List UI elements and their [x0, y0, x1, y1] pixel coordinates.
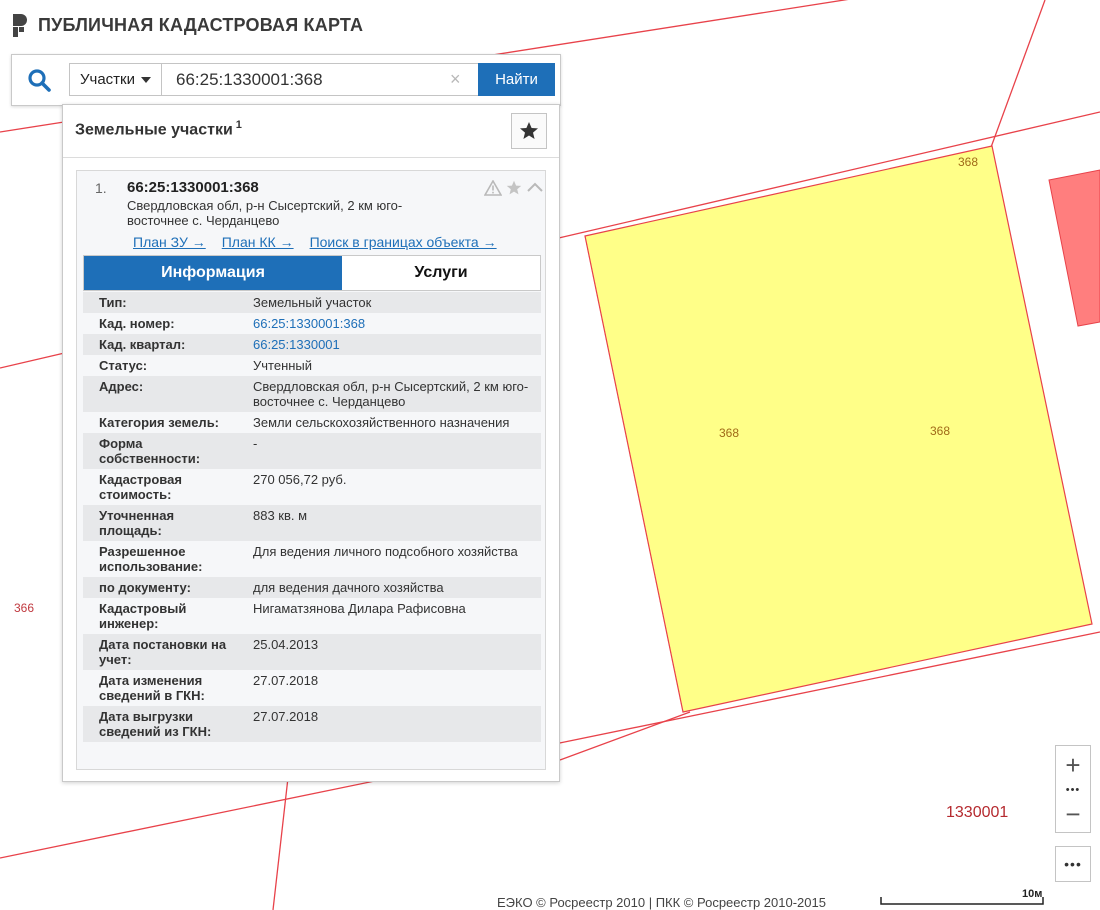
favorite-button[interactable]	[511, 113, 547, 149]
row-value: 27.07.2018	[253, 673, 319, 688]
row-key: Кадастровый инженер:	[99, 601, 187, 631]
boundary-line	[989, 0, 1046, 151]
table-row: Форма собственности: -	[83, 433, 541, 469]
search-input[interactable]	[162, 63, 479, 96]
row-key: Статус:	[99, 358, 148, 373]
parcel-label-right: 368	[930, 424, 950, 438]
row-key: Дата выгрузки сведений из ГКН:	[99, 709, 212, 739]
result-address: Свердловская обл, р-н Сысертский, 2 км ю…	[127, 198, 403, 228]
zoom-levels-button[interactable]: •••	[1056, 784, 1090, 796]
row-value: Земли сельскохозяйственного назначения	[253, 415, 510, 430]
results-title-text: Земельные участки	[75, 121, 233, 139]
table-row: по документу: для ведения дачного хозяйст…	[83, 577, 541, 598]
chevron-up-icon[interactable]	[526, 180, 544, 196]
result-tabs: Информация Услуги	[83, 255, 541, 291]
row-key: Уточненная площадь:	[99, 508, 175, 538]
search-icon[interactable]	[26, 67, 52, 93]
table-row: Уточненная площадь: 883 кв. м	[83, 505, 541, 541]
row-key: Тип:	[99, 295, 127, 310]
row-value: 270 056,72 руб.	[253, 472, 347, 487]
warning-icon[interactable]	[484, 180, 502, 196]
find-button[interactable]: Найти	[478, 63, 555, 96]
row-key: по документу:	[99, 580, 191, 595]
parcel-label-left: 368	[719, 426, 739, 440]
row-value: 25.04.2013	[253, 637, 319, 652]
tab-services[interactable]: Услуги	[342, 256, 540, 290]
info-table: Тип: Земельный участок Кад. номер: 66:25:1…	[83, 292, 541, 742]
neighbor-parcel[interactable]	[1048, 169, 1100, 327]
row-key: Форма собственности:	[99, 436, 201, 466]
search-type-select[interactable]: Участки	[69, 63, 162, 96]
more-button[interactable]: •••	[1055, 846, 1091, 882]
table-row: Дата изменения сведений в ГКН: 27.07.2018	[83, 670, 541, 706]
boundary-line	[559, 711, 691, 761]
table-row: Дата постановки на учет: 25.04.2013	[83, 634, 541, 670]
table-row: Разрешенное использование: Для ведения ли…	[83, 541, 541, 577]
row-value: 883 кв. м	[253, 508, 308, 523]
table-row: Кад. квартал: 66:25:1330001	[83, 334, 541, 355]
search-bar: Участки × Найти	[11, 54, 561, 106]
rosreestr-logo-icon	[13, 14, 27, 37]
star-icon	[520, 122, 538, 139]
row-key: Дата постановки на учет:	[99, 637, 227, 667]
chevron-down-icon	[141, 76, 151, 83]
result-links: План ЗУ → План КК → Поиск в границах объ…	[133, 234, 513, 250]
results-count: 1	[235, 119, 242, 131]
row-key: Кад. номер:	[99, 316, 175, 331]
result-actions	[484, 180, 544, 196]
row-key: Дата изменения сведений в ГКН:	[99, 673, 205, 703]
plan-zu-link[interactable]: План ЗУ →	[133, 234, 206, 250]
star-icon[interactable]	[505, 180, 523, 196]
zoom-out-button[interactable]: −	[1056, 796, 1090, 832]
result-number: 1.	[95, 180, 107, 196]
result-cadnum[interactable]: 66:25:1330001:368	[127, 179, 259, 196]
search-type-label: Участки	[80, 71, 135, 88]
results-title: Земельные участки 1	[75, 119, 242, 139]
quarter-link[interactable]: 66:25:1330001	[237, 334, 541, 355]
cadastral-quarter-label: 1330001	[946, 804, 1008, 821]
search-in-bounds-link[interactable]: Поиск в границах объекта →	[310, 234, 497, 250]
row-key: Категория земель:	[99, 415, 220, 430]
result-card: 1. 66:25:1330001:368 Свердловская обл, р…	[76, 170, 546, 770]
row-value: для ведения дачного хозяйства	[253, 580, 444, 595]
row-value: 27.07.2018	[253, 709, 319, 724]
parcel-368[interactable]	[584, 145, 1093, 713]
plan-kk-link[interactable]: План КК →	[222, 234, 294, 250]
page-title: ПУБЛИЧНАЯ КАДАСТРОВАЯ КАРТА	[38, 14, 364, 35]
table-row: Кадастровый инженер: Нигаматзянова Дилара…	[83, 598, 541, 634]
neighbor-parcel-label: 366	[14, 601, 34, 615]
results-panel-header: Земельные участки 1	[63, 105, 559, 158]
table-row: Категория земель: Земли сельскохозяйствен…	[83, 412, 541, 433]
table-row: Дата выгрузки сведений из ГКН: 27.07.2018	[83, 706, 541, 742]
map-attribution: ЕЭКО © Росреестр 2010 | ПКК © Росреестр …	[497, 895, 826, 910]
table-row: Тип: Земельный участок	[83, 292, 541, 313]
table-row: Кад. номер: 66:25:1330001:368	[83, 313, 541, 334]
row-key: Кадастровая стоимость:	[99, 472, 182, 502]
row-value: Свердловская обл, р-н Сысертский, 2 км ю…	[253, 379, 529, 409]
row-value: Учтенный	[253, 358, 313, 373]
brand: ПУБЛИЧНАЯ КАДАСТРОВАЯ КАРТА	[10, 12, 363, 38]
table-row: Статус: Учтенный	[83, 355, 541, 376]
parcel-label-top: 368	[958, 155, 978, 169]
row-value: Нигаматзянова Дилара Рафисовна	[253, 601, 466, 616]
table-row: Адрес: Свердловская обл, р-н Сысертский, …	[83, 376, 541, 412]
results-panel: Земельные участки 1 1. 66:25:1330001:368 …	[62, 104, 560, 782]
row-key: Разрешенное использование:	[99, 544, 203, 574]
row-value: -	[253, 436, 258, 451]
row-key: Кад. квартал:	[99, 337, 186, 352]
zoom-in-button[interactable]: +	[1056, 746, 1090, 784]
scale-label: 10м	[1022, 888, 1043, 900]
boundary-line	[272, 759, 291, 910]
row-value: Земельный участок	[253, 295, 372, 310]
row-key: Адрес:	[99, 379, 144, 394]
tab-information[interactable]: Информация	[84, 256, 342, 290]
zoom-control: + ••• −	[1055, 745, 1091, 833]
scale-bar	[880, 897, 1044, 905]
cadnum-link[interactable]: 66:25:1330001:368	[237, 313, 541, 334]
row-value: Для ведения личного подсобного хозяйства	[253, 544, 518, 559]
clear-icon[interactable]: ×	[450, 69, 461, 89]
table-row: Кадастровая стоимость: 270 056,72 руб.	[83, 469, 541, 505]
